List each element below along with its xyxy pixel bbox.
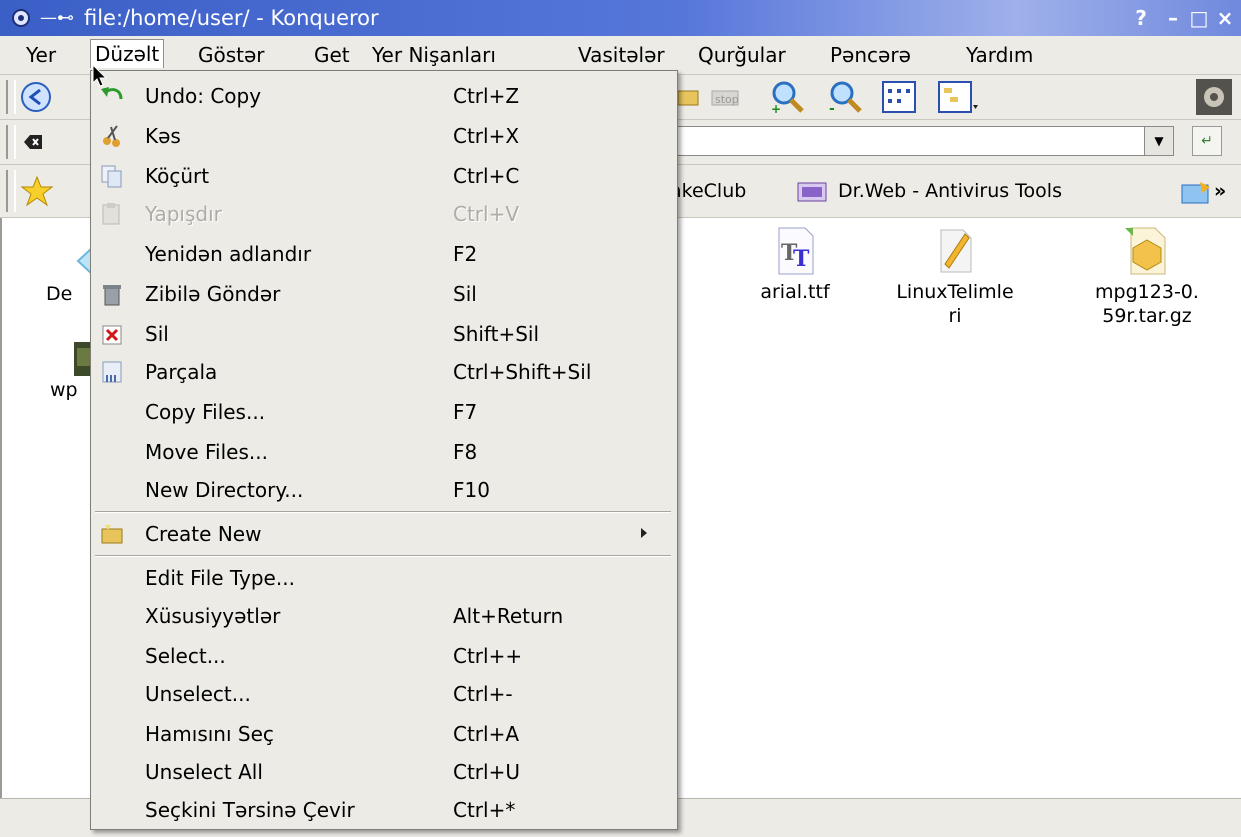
archive-package-icon [1125,227,1166,275]
menu-item-invert-selection[interactable]: Seçkini Tərsinə Çevir Ctrl+* [91,791,677,829]
svg-text:T: T [793,246,810,272]
clear-location-icon[interactable] [22,132,44,152]
location-dropdown-button[interactable]: ▼ [1144,126,1174,156]
more-bookmarks[interactable]: » [1214,177,1226,205]
shred-icon [102,361,122,383]
location-input[interactable] [670,126,1171,156]
delete-icon [102,325,122,345]
svg-text:+: + [771,102,781,115]
menu-item-select-all[interactable]: Hamısını Seç Ctrl+A [91,715,677,753]
svg-text:-: - [829,101,835,115]
drweb-icon [797,182,827,202]
menu-goster[interactable]: Göstər [194,41,269,69]
copy-icon [101,165,122,188]
file-item-linuxtelimleri[interactable]: LinuxTelimle ri [880,226,1030,328]
pin-icon[interactable]: —⊷ [40,4,74,32]
file-label: LinuxTelimle ri [896,281,1014,327]
svg-text:stop: stop [715,93,739,106]
text-document-icon [940,229,972,273]
cut-icon [103,125,120,147]
close-button[interactable]: × [1212,4,1238,32]
menu-separator [95,555,671,557]
menu-item-move-to-trash[interactable]: Zibilə Göndər Sil [91,275,677,313]
title-bar[interactable]: —⊷ file:/home/user/ - Konqueror ? – □ × [0,0,1241,36]
menu-item-unselect[interactable]: Unselect... Ctrl+- [91,675,677,713]
paste-icon [102,203,120,225]
trash-icon [103,285,121,306]
stop-icon[interactable]: stop [710,85,740,109]
file-label: De [46,283,73,305]
menu-yer[interactable]: Yer [22,41,60,69]
submenu-arrow-icon [641,528,647,538]
toolbar-grip[interactable] [6,80,16,114]
menu-item-move-files[interactable]: Move Files... F8 [91,433,677,471]
bookmark-folder-icon[interactable] [1180,179,1212,205]
menu-item-undo[interactable]: Undo: Copy Ctrl+Z [91,77,677,115]
file-label: arial.ttf [760,281,830,303]
menu-separator [95,511,671,513]
edit-menu-popup: Undo: Copy Ctrl+Z Kəs Ctrl+X Köçürt Ctrl… [90,70,678,830]
konqueror-gear-icon [12,9,30,27]
bookmark-drweb[interactable]: Dr.Web - Antivirus Tools [838,177,1062,205]
mouse-cursor-icon [92,64,108,87]
zoom-in-icon[interactable]: + [770,79,806,115]
menu-item-new-directory[interactable]: New Directory... F10 [91,471,677,509]
menu-item-rename[interactable]: Yenidən adlandır F2 [91,235,677,273]
menu-item-unselect-all[interactable]: Unselect All Ctrl+U [91,753,677,791]
maximize-button[interactable]: □ [1186,4,1212,32]
menu-item-select[interactable]: Select... Ctrl++ [91,637,677,675]
menu-item-edit-file-type[interactable]: Edit File Type... [91,559,677,597]
file-label: wp [50,379,78,401]
file-label: mpg123-0. 59r.tar.gz [1095,281,1199,327]
menu-yer-nisanlari[interactable]: Yer Nişanları [368,41,500,69]
menu-item-cut[interactable]: Kəs Ctrl+X [91,117,677,155]
menu-item-copy[interactable]: Köçürt Ctrl+C [91,157,677,195]
help-button[interactable]: ? [1128,4,1154,32]
bookmark-grip[interactable] [6,170,16,212]
menu-item-create-new[interactable]: Create New [91,515,677,553]
icon-view-icon[interactable] [882,81,916,113]
bookmark-partial[interactable]: akeClub [670,177,746,205]
tree-view-icon[interactable] [938,81,978,113]
menu-item-copy-files[interactable]: Copy Files... F7 [91,393,677,431]
go-button[interactable]: ↵ [1192,126,1222,156]
konqueror-throbber-icon [1196,79,1232,115]
menu-pencere[interactable]: Pəncərə [826,41,915,69]
location-grip[interactable] [6,125,16,159]
menu-vasiteler[interactable]: Vasitələr [574,41,669,69]
file-item-mpg123[interactable]: mpg123-0. 59r.tar.gz [1062,226,1232,328]
star-bookmark-icon[interactable] [20,175,54,207]
menu-item-paste[interactable]: Yapışdır Ctrl+V [91,195,677,233]
file-item-arial-ttf[interactable]: T T arial.ttf [720,226,870,304]
new-folder-icon [101,525,123,544]
menu-yardim[interactable]: Yardım [962,41,1037,69]
menu-item-delete[interactable]: Sil Shift+Sil [91,315,677,353]
menu-item-shred[interactable]: Parçala Ctrl+Shift+Sil [91,353,677,391]
back-icon[interactable] [20,81,52,113]
menu-item-properties[interactable]: Xüsusiyyətlər Alt+Return [91,597,677,635]
window-title: file:/home/user/ - Konqueror [84,6,379,30]
zoom-out-icon[interactable]: - [828,79,864,115]
folder-small-icon[interactable] [676,85,700,109]
minimize-button[interactable]: – [1160,4,1186,32]
truetype-font-icon: T T [778,227,814,275]
menu-get[interactable]: Get [310,41,354,69]
menu-qurgular[interactable]: Qurğular [694,41,790,69]
